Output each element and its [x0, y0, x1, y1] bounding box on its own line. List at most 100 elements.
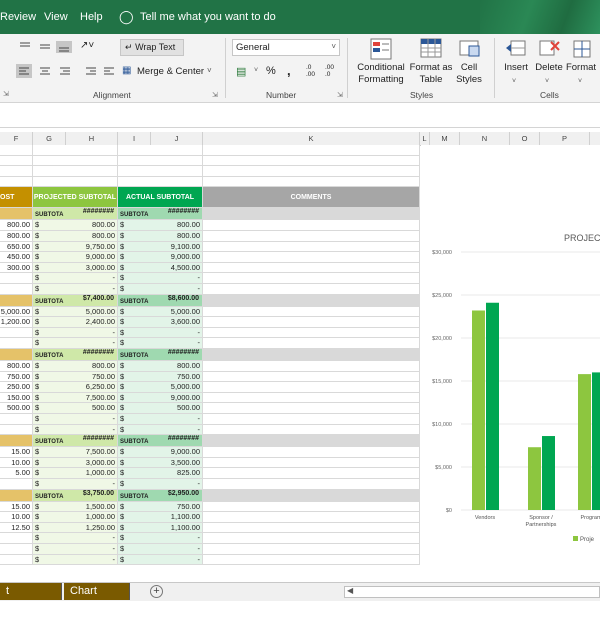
actual-cell[interactable]: $1,100.00: [118, 512, 203, 523]
cost-cell[interactable]: 12.50: [0, 522, 33, 534]
projected-cell[interactable]: [33, 166, 118, 177]
projected-cell[interactable]: $ -: [33, 327, 118, 339]
section-actual-subtotal[interactable]: SUBTOTA ########: [118, 208, 203, 221]
comment-cell[interactable]: [203, 533, 420, 544]
orientation-icon[interactable]: ↗˅: [80, 40, 94, 51]
actual-cell[interactable]: [118, 145, 203, 156]
cost-cell[interactable]: 300.00: [0, 262, 33, 274]
projected-cell[interactable]: $9,000.00: [33, 252, 118, 263]
number-launcher-icon[interactable]: ⇲: [337, 91, 343, 99]
comment-cell[interactable]: [203, 424, 420, 436]
projected-cell[interactable]: [33, 155, 118, 167]
cost-cell[interactable]: [0, 166, 33, 177]
section-comment-cell[interactable]: [203, 294, 420, 307]
projected-cell[interactable]: $500.00: [33, 403, 118, 414]
comment-cell[interactable]: [203, 361, 420, 372]
actual-cell[interactable]: $1,100.00: [118, 522, 203, 534]
comment-cell[interactable]: [203, 479, 420, 490]
projected-cell[interactable]: $800.00: [33, 220, 118, 231]
actual-cell[interactable]: $750.00: [118, 371, 203, 383]
number-format-select[interactable]: General ˅: [232, 39, 340, 56]
actual-cell[interactable]: $ -: [118, 554, 203, 566]
cell-styles-button[interactable]: Cell Styles: [452, 62, 486, 86]
actual-cell[interactable]: $ -: [118, 533, 203, 544]
delete-button[interactable]: Delete: [533, 62, 565, 74]
actual-cell[interactable]: [118, 176, 203, 188]
comment-cell[interactable]: [203, 166, 420, 177]
cost-cell[interactable]: 5,000.00: [0, 306, 33, 318]
worksheet-grid[interactable]: OST PROJECTED SUBTOTAL ACTUAL SUBTOTAL COMM…: [0, 145, 420, 582]
delete-dropdown-icon[interactable]: ˅: [545, 78, 549, 85]
comment-cell[interactable]: [203, 155, 420, 167]
comment-cell[interactable]: [203, 241, 420, 253]
projected-cell[interactable]: $800.00: [33, 231, 118, 242]
actual-cell[interactable]: $9,100.00: [118, 241, 203, 253]
projected-cell[interactable]: $1,000.00: [33, 468, 118, 479]
section-comment-cell[interactable]: [203, 349, 420, 361]
dialog-launcher-icon[interactable]: ⇲: [3, 90, 9, 98]
comment-cell[interactable]: [203, 403, 420, 414]
comment-cell[interactable]: [203, 338, 420, 349]
comment-cell[interactable]: [203, 512, 420, 523]
column-header-k[interactable]: K: [203, 132, 420, 145]
projected-cell[interactable]: $7,500.00: [33, 447, 118, 458]
cost-cell[interactable]: 250.00: [0, 382, 33, 393]
comment-cell[interactable]: [203, 392, 420, 404]
cost-cell[interactable]: 750.00: [0, 371, 33, 383]
comment-cell[interactable]: [203, 414, 420, 425]
cost-cell[interactable]: [0, 273, 33, 284]
increase-decimal-button[interactable]: .0 .00: [306, 64, 320, 78]
section-comment-cell[interactable]: [203, 489, 420, 502]
format-dropdown-icon[interactable]: ˅: [578, 78, 582, 85]
projected-cell[interactable]: $ -: [33, 479, 118, 490]
section-actual-subtotal[interactable]: SUBTOTA $8,600.00: [118, 294, 203, 307]
section-actual-subtotal[interactable]: SUBTOTA ########: [118, 435, 203, 448]
actual-cell[interactable]: $3,600.00: [118, 317, 203, 328]
cost-cell[interactable]: [0, 284, 33, 295]
actual-cell[interactable]: $ -: [118, 338, 203, 349]
cost-cell[interactable]: 5.00: [0, 468, 33, 479]
cost-cell[interactable]: [0, 338, 33, 349]
cost-cell[interactable]: [0, 155, 33, 167]
section-projected-subtotal[interactable]: SUBTOTA ########: [33, 208, 118, 221]
cost-cell[interactable]: 500.00: [0, 403, 33, 414]
projected-cell[interactable]: $1,000.00: [33, 512, 118, 523]
cost-cell[interactable]: [0, 145, 33, 156]
cost-cell[interactable]: [0, 414, 33, 425]
actual-cell[interactable]: $750.00: [118, 501, 203, 513]
merge-dropdown-icon[interactable]: ˅: [207, 66, 212, 75]
actual-cell[interactable]: $500.00: [118, 403, 203, 414]
cost-cell[interactable]: 450.00: [0, 252, 33, 263]
format-button[interactable]: Format: [565, 62, 597, 74]
column-header-p[interactable]: P: [540, 132, 590, 145]
tab-help[interactable]: Help: [80, 11, 103, 23]
section-cost-cell[interactable]: [0, 435, 33, 448]
section-cost-cell[interactable]: [0, 294, 33, 307]
comment-cell[interactable]: [203, 317, 420, 328]
cost-cell[interactable]: 800.00: [0, 231, 33, 242]
projected-cell[interactable]: $5,000.00: [33, 306, 118, 318]
comment-cell[interactable]: [203, 544, 420, 555]
comment-cell[interactable]: [203, 501, 420, 513]
merge-center-button[interactable]: Merge & Center: [137, 66, 204, 77]
projected-cell[interactable]: $ -: [33, 273, 118, 284]
projected-cell[interactable]: [33, 176, 118, 188]
column-header-m[interactable]: M: [430, 132, 460, 145]
formula-bar[interactable]: [0, 103, 600, 128]
projected-cell[interactable]: $3,000.00: [33, 457, 118, 469]
scroll-left-icon[interactable]: ◀: [347, 586, 353, 595]
insert-dropdown-icon[interactable]: ˅: [512, 78, 516, 85]
section-comment-cell[interactable]: [203, 435, 420, 448]
actual-cell[interactable]: $ -: [118, 273, 203, 284]
section-projected-subtotal[interactable]: SUBTOTA ########: [33, 349, 118, 361]
section-cost-cell[interactable]: [0, 489, 33, 502]
projected-cell[interactable]: $ -: [33, 544, 118, 555]
comment-cell[interactable]: [203, 457, 420, 469]
cost-cell[interactable]: 15.00: [0, 447, 33, 458]
column-header-o[interactable]: O: [510, 132, 540, 145]
section-actual-subtotal[interactable]: SUBTOTA ########: [118, 349, 203, 361]
column-header-h[interactable]: H: [66, 132, 118, 145]
sheet-tab-chart-data[interactable]: Chart Data: [64, 583, 130, 614]
projected-cell[interactable]: $ -: [33, 533, 118, 544]
comment-cell[interactable]: [203, 176, 420, 188]
